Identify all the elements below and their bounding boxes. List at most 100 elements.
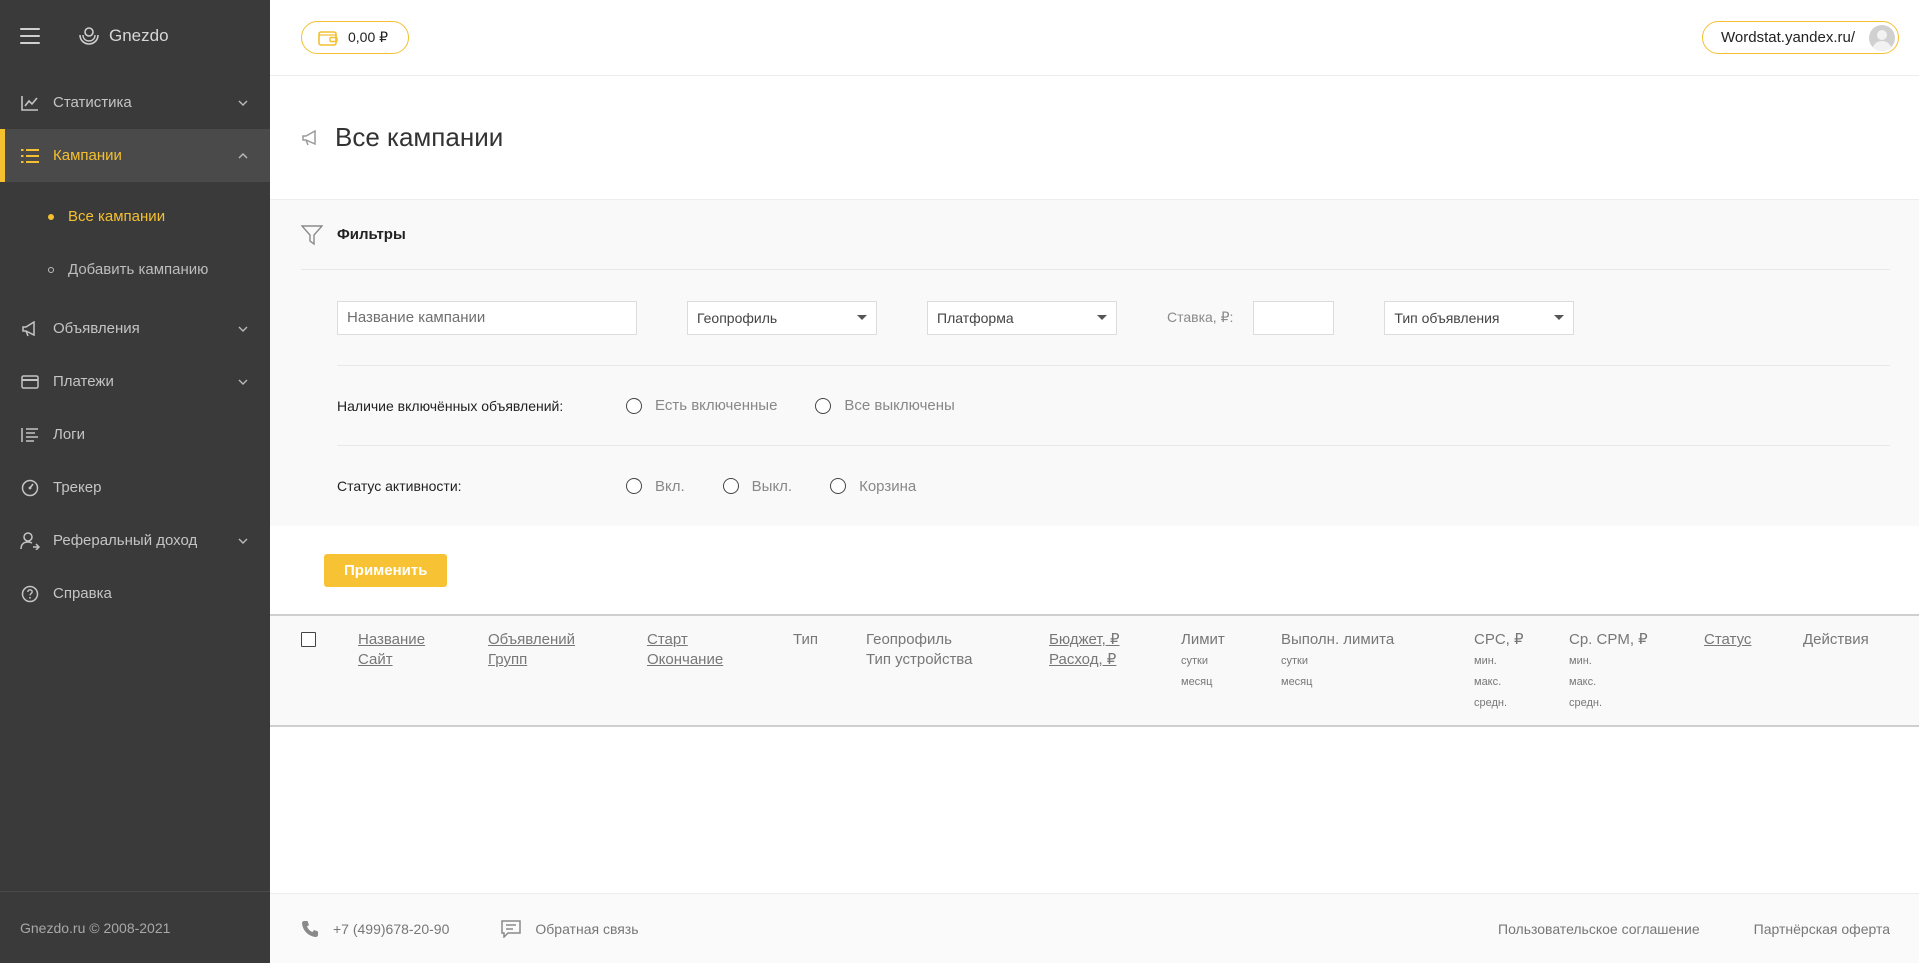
col-actions-label: Действия: [1803, 631, 1869, 648]
sort-spend-link[interactable]: Расход, ₽: [1049, 651, 1116, 668]
filter-icon: [301, 224, 323, 246]
sidebar-footer: Gnezdo.ru © 2008-2021: [0, 891, 270, 963]
sidebar-item-help[interactable]: Справка: [0, 567, 270, 620]
sort-status-link[interactable]: Статус: [1704, 631, 1751, 648]
balance-button[interactable]: 0,00 ₽: [301, 21, 410, 54]
col-actions: Действия: [1803, 630, 1869, 650]
sidebar-item-ads[interactable]: Объявления: [0, 302, 270, 355]
col-start-end: Старт Окончание: [647, 630, 723, 670]
col-limit-label: Лимит: [1181, 631, 1225, 648]
gauge-icon: [20, 478, 40, 498]
sidebar-item-tracker[interactable]: Трекер: [0, 461, 270, 514]
col-limit: Лимит сутки месяц: [1181, 630, 1225, 692]
chevron-down-icon: [236, 96, 250, 110]
caret-down-icon: [857, 315, 867, 320]
select-all-checkbox[interactable]: [301, 632, 316, 647]
sort-budget-link[interactable]: Бюджет, ₽: [1049, 631, 1119, 648]
radio-status-trash[interactable]: Корзина: [830, 478, 916, 495]
sidebar-item-logs[interactable]: Логи: [0, 408, 270, 461]
radio-status-on[interactable]: Вкл.: [626, 478, 685, 495]
megaphone-icon: [301, 129, 321, 147]
radio-label: Выкл.: [751, 477, 793, 495]
log-list-icon: [20, 425, 40, 445]
sidebar-item-label: Реферальный доход: [53, 532, 198, 549]
campaigns-submenu: Все кампании Добавить кампанию: [0, 182, 270, 302]
page-title-bar: Все кампании: [270, 76, 1919, 200]
col-type: Тип: [793, 630, 818, 650]
sidebar-item-campaigns[interactable]: Кампании: [0, 129, 270, 182]
radio-label: Вкл.: [655, 477, 685, 495]
enabled-ads-row: Наличие включённых объявлений: Есть вклю…: [337, 366, 1890, 446]
col-limit-day: сутки: [1181, 655, 1208, 667]
filters-header: Фильтры: [301, 200, 1890, 270]
platform-value: Платформа: [937, 309, 1014, 326]
campaign-name-input[interactable]: [337, 300, 637, 335]
sidebar-item-statistics[interactable]: Статистика: [0, 76, 270, 129]
chevron-up-icon: [236, 149, 250, 163]
wallet-icon: [318, 30, 338, 46]
sort-ads-link[interactable]: Объявлений: [488, 631, 575, 648]
sort-groups-link[interactable]: Групп: [488, 651, 527, 668]
col-cpm-label: Ср. CPM, ₽: [1569, 631, 1648, 648]
radio-circle: [626, 397, 642, 414]
col-cpm-min: мин.: [1569, 655, 1592, 667]
feedback-label: Обратная связь: [535, 920, 639, 937]
phone-icon: [302, 920, 318, 937]
sidebar: Gnezdo Статистика Кампании Все кампании: [0, 0, 270, 963]
geoprofile-value: Геопрофиль: [697, 309, 778, 326]
filters-panel: Фильтры Геопрофиль Платформа Ставка, ₽: …: [270, 200, 1919, 526]
apply-button[interactable]: Применить: [324, 553, 448, 587]
feedback-link[interactable]: Обратная связь: [501, 919, 639, 938]
sort-start-link[interactable]: Старт: [647, 631, 688, 648]
rate-input[interactable]: [1253, 300, 1335, 335]
sidebar-item-label: Логи: [53, 426, 86, 443]
sidebar-item-label: Трекер: [53, 479, 102, 496]
phone-link[interactable]: +7 (499)678-20-90: [301, 920, 449, 938]
credit-card-icon: [20, 372, 40, 392]
offer-link[interactable]: Партнёрская оферта: [1754, 921, 1890, 937]
geoprofile-select[interactable]: Геопрофиль: [687, 300, 877, 335]
sort-site-link[interactable]: Сайт: [358, 651, 393, 668]
sidebar-item-referral[interactable]: Реферальный доход: [0, 514, 270, 567]
col-cpc: CPC, ₽ мин. макс. средн.: [1474, 630, 1524, 713]
col-cpc-label: CPC, ₽: [1474, 631, 1524, 648]
menu-toggle-icon[interactable]: [20, 28, 40, 44]
sort-end-link[interactable]: Окончание: [647, 651, 723, 668]
sort-name-link[interactable]: Название: [358, 631, 425, 648]
sidebar-item-payments[interactable]: Платежи: [0, 355, 270, 408]
col-type-label: Тип: [793, 631, 819, 648]
radio-status-off[interactable]: Выкл.: [722, 477, 793, 495]
col-device-label: Тип устройства: [866, 651, 973, 668]
apply-row: Применить: [270, 526, 1919, 616]
sidebar-header: Gnezdo: [0, 0, 270, 72]
radio-all-disabled[interactable]: Все выключены: [815, 397, 955, 414]
sidebar-subitem-add-campaign[interactable]: Добавить кампанию: [0, 243, 270, 296]
megaphone-icon: [20, 319, 40, 339]
col-cpm: Ср. CPM, ₽ мин. макс. средн.: [1569, 630, 1648, 713]
platform-select[interactable]: Платформа: [927, 300, 1117, 335]
filters-title: Фильтры: [337, 226, 406, 243]
account-button[interactable]: Wordstat.yandex.ru/: [1702, 21, 1899, 54]
col-cpc-min: мин.: [1474, 655, 1497, 667]
col-name-site: Название Сайт: [358, 630, 425, 670]
list-icon: [20, 146, 40, 166]
user-arrow-icon: [20, 531, 40, 551]
copyright: Gnezdo.ru © 2008-2021: [20, 919, 171, 936]
sidebar-subitem-all-campaigns[interactable]: Все кампании: [0, 190, 270, 243]
rate-label: Ставка, ₽:: [1167, 309, 1234, 325]
col-cpc-avg: средн.: [1474, 697, 1508, 709]
terms-link[interactable]: Пользовательское соглашение: [1498, 921, 1700, 937]
logo[interactable]: Gnezdo: [78, 26, 169, 46]
sidebar-subitem-label: Все кампании: [68, 208, 166, 225]
sidebar-item-label: Объявления: [53, 320, 140, 337]
ad-type-select[interactable]: Тип объявления: [1384, 300, 1575, 335]
col-limit-done-label: Выполн. лимита: [1281, 631, 1395, 648]
activity-status-row: Статус активности: Вкл. Выкл. Корзина: [337, 446, 1890, 526]
radio-circle: [722, 478, 739, 494]
col-cpm-avg: средн.: [1569, 697, 1603, 709]
bullet-icon: [48, 213, 54, 220]
table-header: Название Сайт Объявлений Групп Старт Око…: [270, 616, 1919, 727]
radio-has-enabled[interactable]: Есть включенные: [626, 397, 777, 414]
bullet-icon: [48, 266, 54, 273]
user-avatar-icon: [1872, 29, 1892, 51]
